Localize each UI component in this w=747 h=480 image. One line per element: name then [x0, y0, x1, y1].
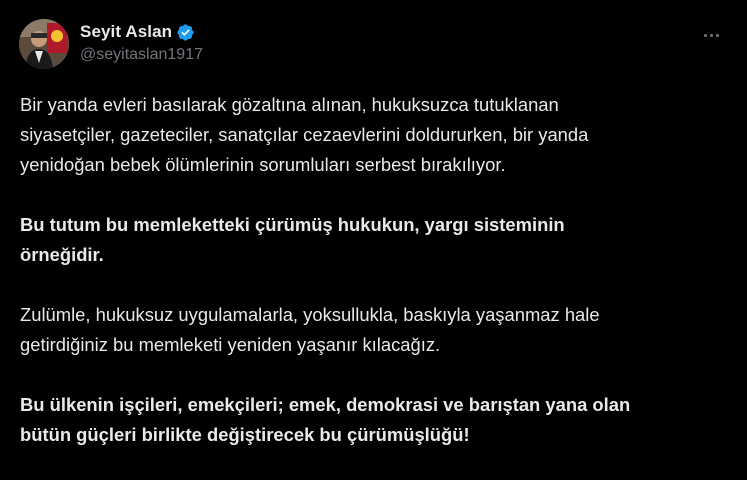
more-horizontal-icon [703, 33, 707, 37]
more-options-button[interactable] [699, 25, 723, 45]
username-handle[interactable]: @seyitaslan1917 [80, 46, 203, 64]
tweet-text: Bir yanda evleri basılarak gözaltına alı… [20, 90, 720, 480]
more-horizontal-icon-dot [715, 33, 719, 37]
verified-badge-icon [176, 23, 195, 42]
name-row: Seyit Aslan [80, 21, 203, 43]
author-info: Seyit Aslan @seyitaslan1917 [80, 21, 203, 64]
tweet-paragraph: Bu tutum bu memleketteki çürümüş hukukun… [20, 214, 565, 265]
tweet-card: Seyit Aslan @seyitaslan1917 Bir yanda ev… [0, 0, 747, 461]
more-horizontal-icon-dot [709, 33, 713, 37]
avatar[interactable] [19, 19, 69, 69]
display-name[interactable]: Seyit Aslan [80, 22, 172, 42]
tweet-header: Seyit Aslan @seyitaslan1917 [19, 19, 729, 71]
tweet-paragraph: Zulümle, hukuksuz uygulamalarla, yoksull… [20, 304, 600, 355]
tweet-paragraph: Bu ülkenin işçileri, emekçileri; emek, d… [20, 394, 631, 445]
tweet-paragraph: Bir yanda evleri basılarak gözaltına alı… [20, 94, 589, 175]
